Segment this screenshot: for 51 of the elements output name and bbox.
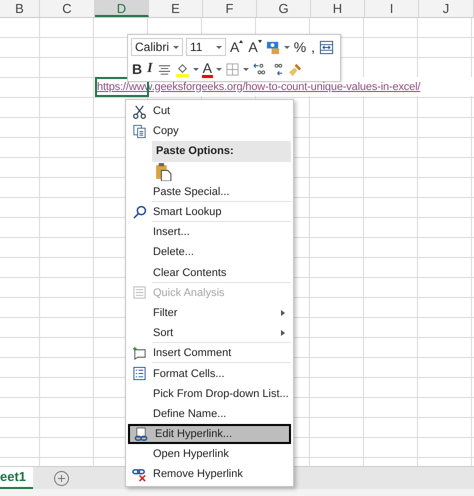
- column-header[interactable]: D: [95, 0, 149, 17]
- brush-icon[interactable]: [288, 62, 303, 76]
- menu-item[interactable]: Edit Hyperlink...: [128, 424, 291, 444]
- link-icon: [134, 426, 149, 442]
- submenu-arrow-icon: [281, 330, 285, 336]
- menu-item[interactable]: Pick From Drop-down List...: [128, 384, 291, 404]
- grow-font-button[interactable]: A: [229, 38, 244, 56]
- font-color-button[interactable]: A: [202, 60, 213, 78]
- search-icon: [132, 204, 147, 220]
- submenu-arrow-icon: [281, 310, 285, 316]
- copy-icon: [132, 124, 147, 139]
- dropdown-arrow-icon[interactable]: [284, 46, 290, 48]
- dropdown-arrow-icon[interactable]: [242, 68, 249, 70]
- comment-icon: [132, 346, 147, 361]
- comma-button[interactable]: ,: [310, 38, 316, 56]
- menu-item[interactable]: Define Name...: [128, 404, 291, 424]
- percent-button[interactable]: %: [292, 38, 308, 56]
- menu-item[interactable]: Filter: [128, 302, 291, 324]
- column-header[interactable]: G: [257, 0, 311, 17]
- unlink-icon: [132, 466, 147, 482]
- table-icon: [132, 285, 147, 300]
- italic-button[interactable]: I: [146, 60, 154, 78]
- sheet-tab[interactable]: eet1: [0, 467, 33, 489]
- fill-color-icon[interactable]: [174, 62, 190, 76]
- menu-item[interactable]: Remove Hyperlink: [128, 464, 291, 485]
- menu-item[interactable]: Delete...: [128, 242, 291, 262]
- column-header[interactable]: F: [203, 0, 257, 17]
- menu-item[interactable]: Open Hyperlink: [128, 444, 291, 464]
- paste-icon[interactable]: [155, 162, 172, 182]
- column-header[interactable]: E: [149, 0, 203, 17]
- menu-item[interactable]: Format Cells...: [128, 363, 291, 384]
- column-header[interactable]: B: [0, 0, 40, 17]
- shrink-font-button[interactable]: A: [247, 38, 263, 56]
- menu-item[interactable]: Copy: [128, 121, 291, 142]
- menu-item[interactable]: Insert...: [128, 222, 291, 242]
- dropdown-arrow-icon[interactable]: [216, 68, 222, 70]
- column-header[interactable]: H: [311, 0, 365, 17]
- column-header[interactable]: I: [365, 0, 419, 17]
- scissors-icon: [132, 104, 147, 119]
- font-name-field[interactable]: Calibri: [131, 38, 183, 56]
- bold-button[interactable]: B: [131, 60, 144, 78]
- dropdown-arrow-icon[interactable]: [192, 68, 199, 70]
- menu-section-header: Paste Options:: [152, 141, 291, 162]
- font-size-field[interactable]: 11: [186, 38, 226, 56]
- increase-decimal-icon[interactable]: [252, 62, 267, 76]
- add-sheet-icon[interactable]: [54, 470, 69, 486]
- merge-center-icon[interactable]: [319, 40, 334, 54]
- menu-item[interactable]: Cut: [128, 101, 291, 122]
- currency-icon[interactable]: [266, 40, 281, 54]
- column-header[interactable]: J: [419, 0, 474, 17]
- list-icon: [132, 366, 147, 382]
